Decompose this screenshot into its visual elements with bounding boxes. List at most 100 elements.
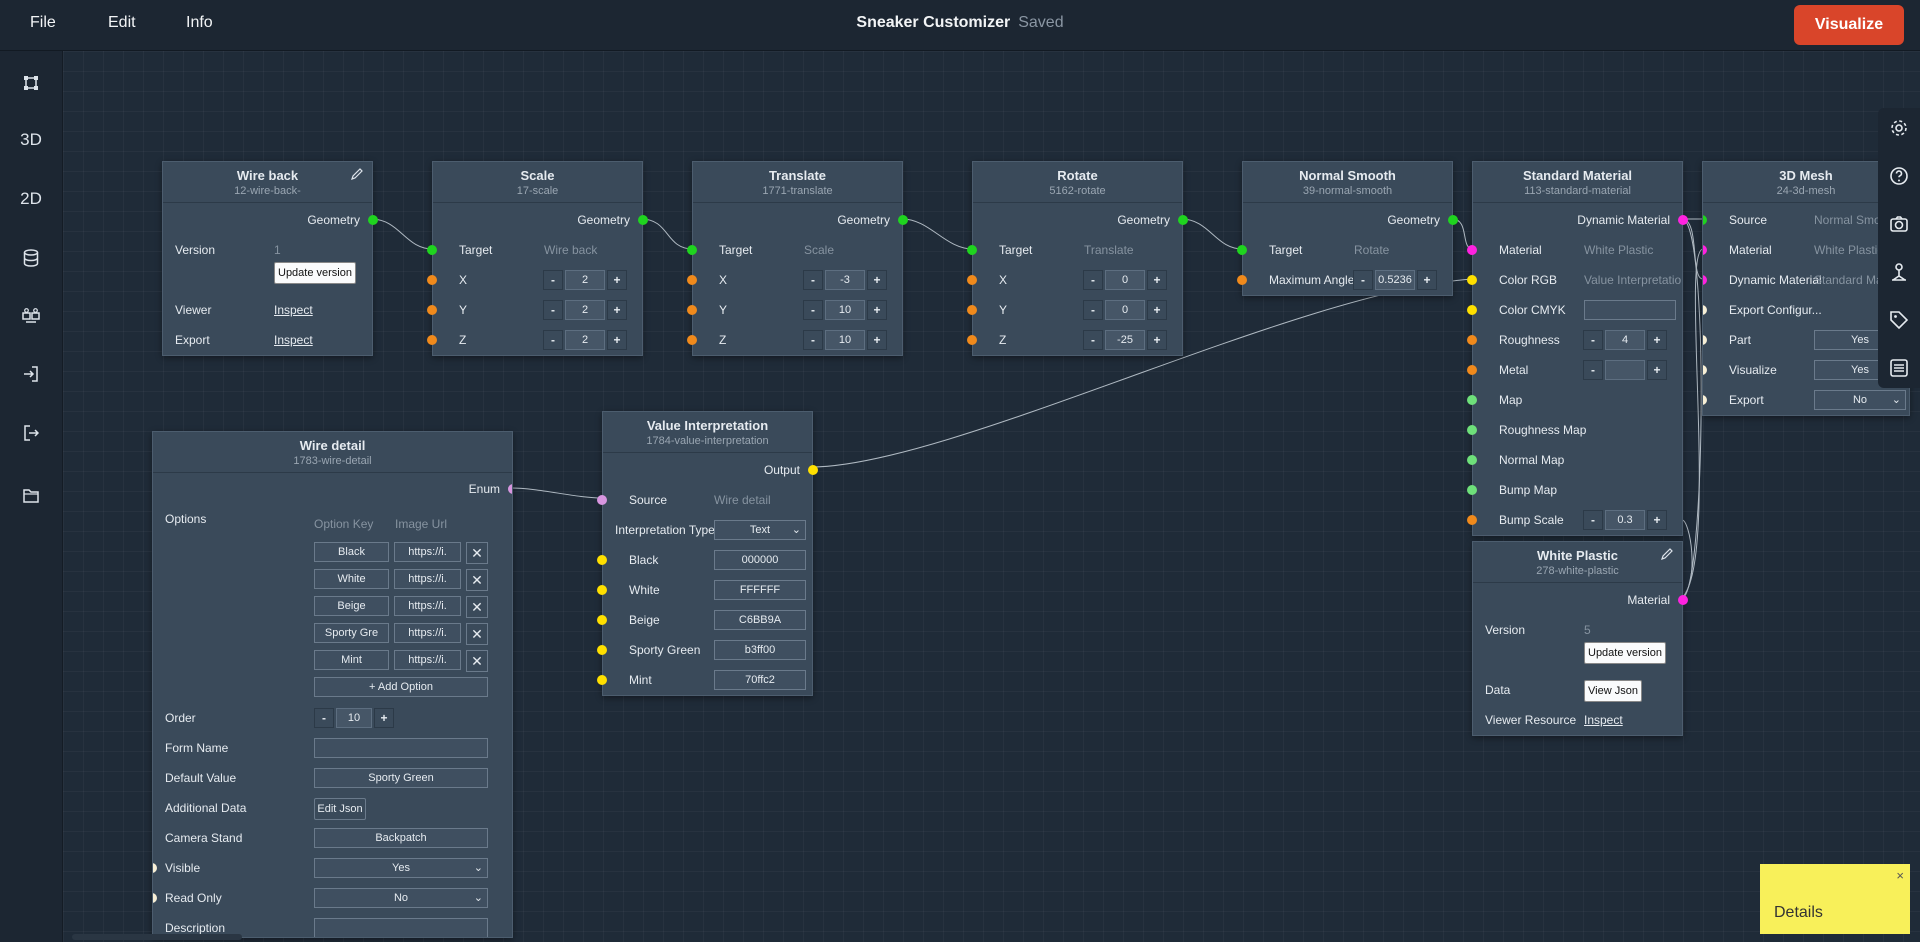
import-icon[interactable]	[0, 358, 62, 388]
add-option-button[interactable]: + Add Option	[314, 677, 488, 697]
y-input-port[interactable]	[967, 305, 977, 315]
increment-button[interactable]: +	[1417, 270, 1437, 290]
target-input-port[interactable]	[687, 245, 697, 255]
decrement-button[interactable]: -	[1353, 270, 1373, 290]
part-input-port[interactable]	[1703, 335, 1707, 345]
read-only-input-port[interactable]	[153, 893, 157, 903]
increment-button[interactable]: +	[867, 300, 887, 320]
image-url-field[interactable]: https://i.	[394, 542, 461, 562]
horizontal-scrollbar[interactable]	[72, 934, 242, 940]
description-field[interactable]	[314, 918, 488, 937]
remove-option-icon[interactable]: ✕	[466, 569, 488, 591]
help-icon[interactable]	[1889, 166, 1909, 186]
remove-option-icon[interactable]: ✕	[466, 650, 488, 672]
x-input-port[interactable]	[967, 275, 977, 285]
target-input-port[interactable]	[427, 245, 437, 255]
image-url-field[interactable]: https://i.	[394, 596, 461, 616]
image-url-field[interactable]: https://i.	[394, 650, 461, 670]
close-icon[interactable]: ×	[1896, 868, 1904, 883]
entry-value-field[interactable]: 000000	[714, 550, 806, 570]
roughness-map-input-port[interactable]	[1467, 425, 1477, 435]
metal-value[interactable]	[1605, 360, 1645, 380]
increment-button[interactable]: +	[607, 330, 627, 350]
max-angle-stepper[interactable]: -0.5236 +	[1353, 270, 1437, 290]
material-input-port[interactable]	[1467, 245, 1477, 255]
view-json-button[interactable]: View Json	[1584, 680, 1642, 702]
export-icon[interactable]	[0, 417, 62, 447]
entry-value-field[interactable]: FFFFFF	[714, 580, 806, 600]
update-version-button[interactable]: Update version	[274, 262, 356, 284]
bump-scale-value[interactable]: 0.3	[1605, 510, 1645, 530]
select-frame-icon[interactable]	[0, 67, 62, 97]
option-key-field[interactable]: White	[314, 569, 389, 589]
export-config-input-port[interactable]	[1703, 305, 1707, 315]
node-rotate[interactable]: Rotate 5162-rotate Geometry Target Transla…	[967, 161, 1188, 356]
node-wire-detail[interactable]: Wire detail 1783-wire-detail Enum Options…	[152, 431, 513, 938]
z-stepper[interactable]: -10 +	[803, 330, 887, 350]
increment-button[interactable]: +	[1647, 360, 1667, 380]
geometry-output-port[interactable]	[898, 215, 908, 225]
node-translate[interactable]: Translate 1771-translate Geometry Target S…	[687, 161, 908, 356]
image-url-field[interactable]: https://i.	[394, 623, 461, 643]
export-select[interactable]: No ⌄	[1814, 390, 1906, 410]
interpretation-type-select[interactable]: Text ⌄	[714, 520, 806, 540]
decrement-button[interactable]: -	[1083, 270, 1103, 290]
folder-icon[interactable]	[0, 480, 62, 510]
image-url-field[interactable]: https://i.	[394, 569, 461, 589]
target-input-port[interactable]	[1237, 245, 1247, 255]
node-header[interactable]: Wire back 12-wire-back-	[163, 162, 372, 203]
y-value[interactable]: 0	[1105, 300, 1145, 320]
metal-input-port[interactable]	[1467, 365, 1477, 375]
increment-button[interactable]: +	[1147, 300, 1167, 320]
edit-pencil-icon[interactable]	[350, 167, 364, 181]
option-key-field[interactable]: Sporty Gre	[314, 623, 389, 643]
decrement-button[interactable]: -	[803, 270, 823, 290]
decrement-button[interactable]: -	[1083, 330, 1103, 350]
decrement-button[interactable]: -	[803, 330, 823, 350]
option-key-field[interactable]: Black	[314, 542, 389, 562]
x-value[interactable]: 2	[565, 270, 605, 290]
entry-input-port[interactable]	[597, 555, 607, 565]
node-header[interactable]: Scale 17-scale	[433, 162, 642, 203]
source-input-port[interactable]	[597, 495, 607, 505]
bump-scale-stepper[interactable]: -0.3 +	[1583, 510, 1667, 530]
bump-map-input-port[interactable]	[1467, 485, 1477, 495]
max-angle-input-port[interactable]	[1237, 275, 1247, 285]
z-stepper[interactable]: -2 +	[543, 330, 627, 350]
source-input-port[interactable]	[1703, 215, 1707, 225]
remove-option-icon[interactable]: ✕	[466, 596, 488, 618]
export-inspect-link[interactable]: Inspect	[274, 328, 313, 352]
x-input-port[interactable]	[687, 275, 697, 285]
z-input-port[interactable]	[687, 335, 697, 345]
x-stepper[interactable]: -0 +	[1083, 270, 1167, 290]
view-2d-button[interactable]: 2D	[0, 184, 62, 214]
increment-button[interactable]: +	[867, 270, 887, 290]
decrement-button[interactable]: -	[543, 330, 563, 350]
y-stepper[interactable]: -0 +	[1083, 300, 1167, 320]
color-rgb-input-port[interactable]	[1467, 275, 1477, 285]
x-input-port[interactable]	[427, 275, 437, 285]
output-port[interactable]	[808, 465, 818, 475]
edit-pencil-icon[interactable]	[1660, 547, 1674, 561]
material-output-port[interactable]	[1678, 595, 1688, 605]
sticky-note[interactable]: × Details	[1760, 864, 1910, 934]
geometry-output-port[interactable]	[1178, 215, 1188, 225]
metal-stepper[interactable]: - +	[1583, 360, 1667, 380]
update-version-button[interactable]: Update version	[1584, 642, 1666, 664]
camera-icon[interactable]	[1889, 214, 1909, 234]
decrement-button[interactable]: -	[543, 270, 563, 290]
x-value[interactable]: 0	[1105, 270, 1145, 290]
decrement-button[interactable]: -	[543, 300, 563, 320]
geometry-output-port[interactable]	[368, 215, 378, 225]
x-stepper[interactable]: -2 +	[543, 270, 627, 290]
node-header[interactable]: White Plastic 278-white-plastic	[1473, 542, 1682, 583]
tag-icon[interactable]	[1889, 310, 1909, 330]
entry-input-port[interactable]	[597, 675, 607, 685]
increment-button[interactable]: +	[1147, 330, 1167, 350]
dynamic-material-input-port[interactable]	[1703, 275, 1707, 285]
max-angle-value[interactable]: 0.5236	[1375, 270, 1415, 290]
z-value[interactable]: 2	[565, 330, 605, 350]
form-name-field[interactable]	[314, 738, 488, 758]
default-value-field[interactable]: Sporty Green	[314, 768, 488, 788]
roughness-value[interactable]: 4	[1605, 330, 1645, 350]
